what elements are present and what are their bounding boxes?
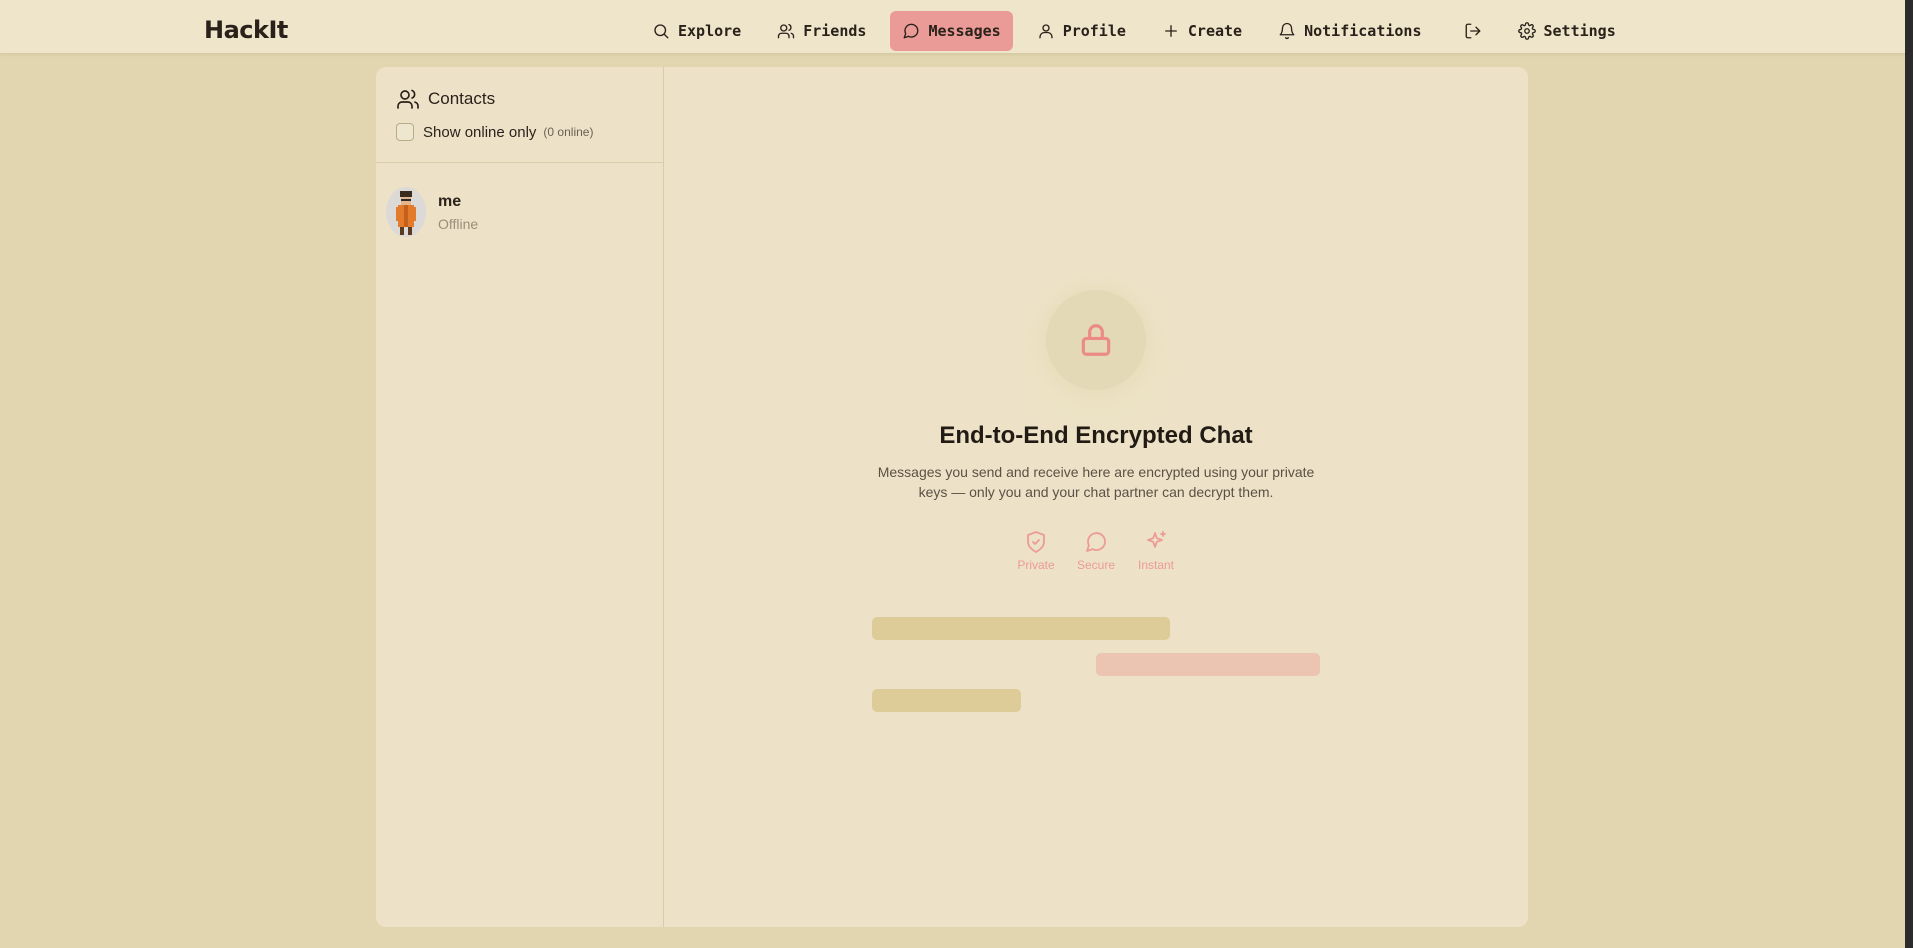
nav-settings-label: Settings — [1543, 22, 1616, 40]
lock-icon — [1081, 324, 1111, 356]
feature-instant-label: Instant — [1137, 558, 1175, 572]
contact-info: me Offline — [438, 193, 478, 232]
online-only-label: Show online only — [423, 123, 537, 141]
nav-friends[interactable]: Friends — [765, 11, 878, 51]
contacts-sidebar: Contacts Show online only (0 online) me … — [376, 67, 664, 927]
nav-profile-label: Profile — [1062, 22, 1126, 40]
message-circle-icon — [904, 23, 919, 39]
plus-icon — [1164, 25, 1177, 37]
feature-secure: Secure — [1066, 530, 1126, 572]
nav-notifications-label: Notifications — [1304, 22, 1422, 40]
window-edge — [1905, 0, 1913, 948]
online-count: (0 online) — [543, 125, 594, 139]
brand-logo[interactable]: HackIt — [204, 16, 288, 44]
logout-icon — [1465, 23, 1480, 39]
contact-status: Offline — [438, 215, 479, 232]
users-icon — [778, 23, 795, 39]
nav-notifications[interactable]: Notifications — [1266, 11, 1433, 51]
online-only-filter[interactable]: Show online only (0 online) — [396, 123, 643, 141]
pixel-character-avatar — [386, 187, 426, 237]
nav-messages-label: Messages — [928, 22, 1001, 40]
message-circle-icon — [1086, 532, 1106, 552]
online-only-checkbox[interactable] — [396, 123, 414, 141]
contacts-header: Contacts Show online only (0 online) — [376, 67, 663, 163]
feature-private-label: Private — [1017, 558, 1055, 572]
nav-friends-label: Friends — [803, 22, 867, 40]
users-icon — [397, 89, 419, 109]
bell-icon — [1279, 22, 1295, 40]
gear-icon — [1517, 22, 1536, 40]
lock-badge — [1046, 290, 1146, 390]
nav-create[interactable]: Create — [1150, 11, 1254, 51]
feature-private: Private — [1006, 530, 1066, 572]
shield-check-icon — [1027, 531, 1045, 553]
contact-item[interactable]: me Offline — [386, 187, 478, 237]
message-skeleton-incoming — [872, 617, 1170, 640]
top-navigation-bar: HackIt Explore Friends Messages Profile … — [0, 0, 1905, 54]
sparkles-icon — [1147, 531, 1166, 548]
main-nav: Explore Friends Messages Profile Create … — [640, 11, 1640, 51]
logout-button[interactable] — [1454, 11, 1492, 51]
feature-instant: Instant — [1126, 530, 1186, 572]
contacts-title: Contacts — [396, 87, 643, 111]
nav-messages[interactable]: Messages — [890, 11, 1013, 51]
avatar — [386, 187, 426, 237]
search-icon — [654, 24, 669, 39]
messages-panel: Contacts Show online only (0 online) me … — [376, 67, 1528, 927]
nav-profile[interactable]: Profile — [1025, 11, 1138, 51]
message-skeleton-outgoing — [1096, 653, 1320, 676]
message-skeleton-incoming-short — [872, 689, 1021, 712]
contact-name: me — [438, 192, 462, 210]
nav-create-label: Create — [1187, 22, 1243, 40]
nav-settings[interactable]: Settings — [1506, 11, 1628, 51]
user-icon — [1039, 24, 1053, 39]
empty-state-description: Messages you send and receive here are e… — [877, 464, 1315, 500]
nav-explore[interactable]: Explore — [640, 11, 753, 51]
contacts-title-label: Contacts — [428, 89, 496, 108]
empty-state-title: End-to-End Encrypted Chat — [939, 422, 1253, 449]
feature-list: Private Secure Instant — [1006, 530, 1186, 572]
nav-explore-label: Explore — [678, 22, 742, 40]
feature-secure-label: Secure — [1076, 558, 1116, 572]
